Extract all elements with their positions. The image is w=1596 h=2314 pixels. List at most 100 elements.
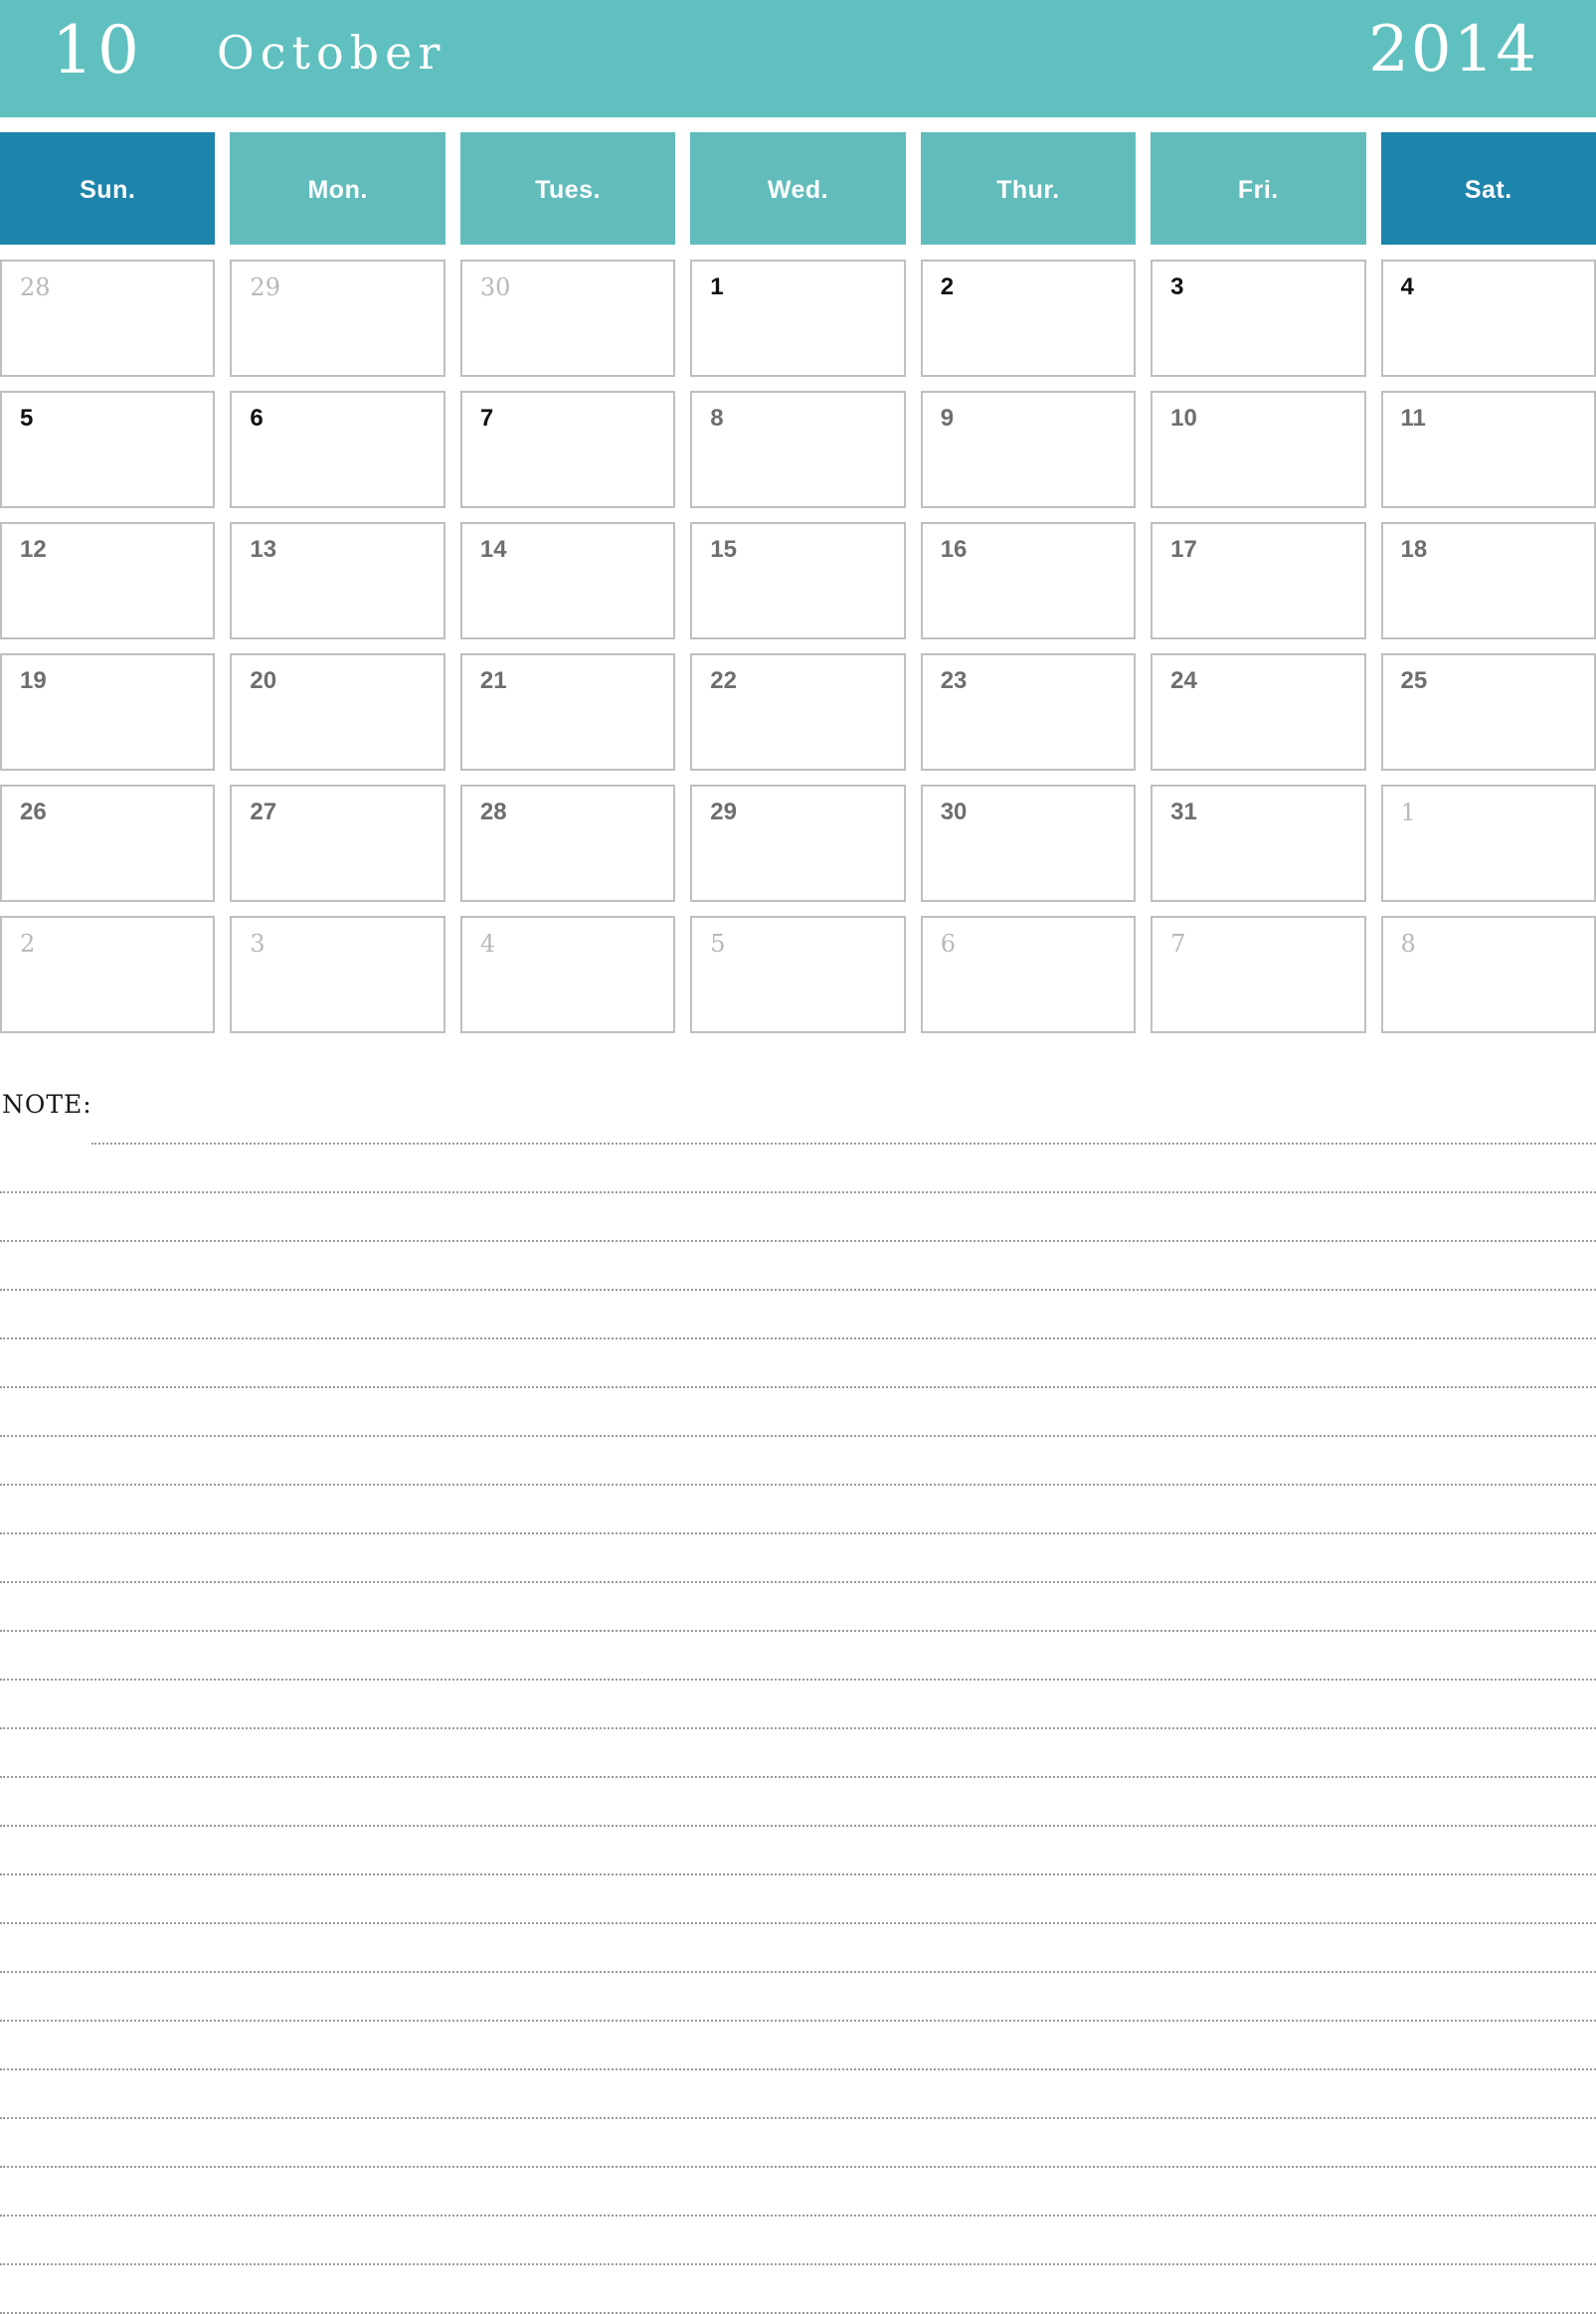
date-cell[interactable]: 13: [230, 522, 445, 639]
date-cell[interactable]: 4: [459, 916, 676, 1033]
date-cell[interactable]: 16: [920, 522, 1137, 639]
date-cell[interactable]: 4: [1380, 260, 1596, 377]
date-week-row: 5 6 7 8 9 10 11: [0, 391, 1596, 508]
date-cell[interactable]: 14: [459, 522, 676, 639]
date-cell[interactable]: 29: [690, 785, 906, 902]
date-cell[interactable]: 25: [1380, 653, 1596, 771]
note-line[interactable]: [0, 1242, 1596, 1291]
date-cell[interactable]: 12: [0, 522, 216, 639]
date-cell[interactable]: 21: [459, 653, 676, 771]
date-week-row: 12 13 14 15 16 17 18: [0, 522, 1596, 639]
date-number: 3: [1170, 273, 1184, 300]
note-line[interactable]: [0, 1291, 1596, 1339]
date-cell[interactable]: 30: [920, 785, 1137, 902]
note-line[interactable]: [0, 1632, 1596, 1681]
weekday-label: Tues.: [535, 176, 602, 204]
date-cell[interactable]: 10: [1151, 391, 1366, 508]
date-week-row: 2 3 4 5 6 7 8: [0, 916, 1596, 1033]
date-cell[interactable]: 23: [920, 653, 1137, 771]
date-cell[interactable]: 5: [0, 391, 216, 508]
month-name: October: [217, 26, 446, 80]
note-line[interactable]: [0, 1924, 1596, 1973]
date-cell[interactable]: 17: [1151, 522, 1366, 639]
note-line[interactable]: [0, 2070, 1596, 2119]
date-number: 28: [20, 273, 51, 301]
date-number: 8: [710, 405, 724, 432]
note-line[interactable]: [0, 1875, 1596, 1924]
weekday-header-row: Sun. Mon. Tues. Wed. Thur. Fri. Sat.: [0, 132, 1596, 245]
date-cell[interactable]: 11: [1380, 391, 1596, 508]
date-cell[interactable]: 7: [1151, 916, 1366, 1033]
month-banner: 10 October 2014: [0, 0, 1596, 117]
date-number: 4: [479, 930, 496, 958]
note-line[interactable]: [91, 1096, 1596, 1145]
date-number: 23: [940, 667, 968, 694]
date-cell[interactable]: 29: [230, 260, 445, 377]
date-week-row: 28 29 30 1 2 3 4: [0, 260, 1596, 377]
note-line[interactable]: [0, 1973, 1596, 2022]
date-cell[interactable]: 9: [920, 391, 1137, 508]
weekday-label: Sat.: [1464, 176, 1512, 204]
date-number: 18: [1400, 536, 1428, 563]
date-cell[interactable]: 31: [1151, 785, 1366, 902]
weekday-header-sat: Sat.: [1380, 132, 1596, 245]
date-cell[interactable]: 3: [230, 916, 445, 1033]
note-line[interactable]: [0, 1681, 1596, 1729]
weekday-label: Thur.: [996, 176, 1060, 204]
date-number: 6: [940, 930, 956, 958]
note-line[interactable]: [0, 1534, 1596, 1583]
date-cell[interactable]: 1: [690, 260, 906, 377]
date-cell[interactable]: 24: [1151, 653, 1366, 771]
date-cell[interactable]: 15: [690, 522, 906, 639]
date-cell[interactable]: 8: [690, 391, 906, 508]
note-line[interactable]: [0, 2265, 1596, 2314]
note-line[interactable]: [0, 1145, 1596, 1193]
date-number: 21: [479, 667, 507, 694]
note-line[interactable]: [0, 2119, 1596, 2168]
date-number: 29: [250, 273, 280, 301]
note-line[interactable]: [0, 2217, 1596, 2265]
date-number: 29: [710, 799, 737, 825]
date-cell[interactable]: 27: [230, 785, 445, 902]
date-number: 28: [479, 799, 507, 825]
date-cell[interactable]: 18: [1380, 522, 1596, 639]
note-line[interactable]: [0, 2022, 1596, 2070]
date-cell[interactable]: 22: [690, 653, 906, 771]
note-line[interactable]: [0, 1486, 1596, 1534]
date-cell[interactable]: 1: [1380, 785, 1596, 902]
note-line[interactable]: [0, 1827, 1596, 1875]
note-line[interactable]: [0, 1437, 1596, 1486]
weekday-label: Wed.: [767, 176, 829, 204]
date-cell[interactable]: 3: [1151, 260, 1366, 377]
date-cell[interactable]: 8: [1380, 916, 1596, 1033]
date-number: 27: [250, 799, 277, 825]
note-line[interactable]: [0, 1583, 1596, 1632]
date-cell[interactable]: 7: [459, 391, 676, 508]
date-cell[interactable]: 5: [690, 916, 906, 1033]
date-cell[interactable]: 28: [459, 785, 676, 902]
date-number: 3: [250, 930, 266, 958]
weekday-header-mon: Mon.: [230, 132, 445, 245]
note-line[interactable]: [0, 1729, 1596, 1778]
date-cell[interactable]: 6: [920, 916, 1137, 1033]
date-number: 5: [710, 930, 726, 958]
date-cell[interactable]: 2: [0, 916, 216, 1033]
note-lines[interactable]: [0, 1096, 1596, 2314]
date-number: 12: [20, 536, 47, 563]
weekday-header-thur: Thur.: [920, 132, 1137, 245]
date-cell[interactable]: 19: [0, 653, 216, 771]
date-cell[interactable]: 28: [0, 260, 216, 377]
date-cell[interactable]: 26: [0, 785, 216, 902]
weekday-label: Fri.: [1237, 176, 1279, 204]
date-cell[interactable]: 30: [459, 260, 676, 377]
note-line[interactable]: [0, 1388, 1596, 1437]
date-cell[interactable]: 6: [230, 391, 445, 508]
note-line[interactable]: [0, 1778, 1596, 1827]
date-cell[interactable]: 2: [920, 260, 1137, 377]
note-line[interactable]: [0, 2168, 1596, 2217]
note-line[interactable]: [0, 1193, 1596, 1242]
note-line[interactable]: [0, 1339, 1596, 1388]
date-cell[interactable]: 20: [230, 653, 445, 771]
date-number: 30: [479, 273, 511, 301]
weekday-header-wed: Wed.: [690, 132, 906, 245]
